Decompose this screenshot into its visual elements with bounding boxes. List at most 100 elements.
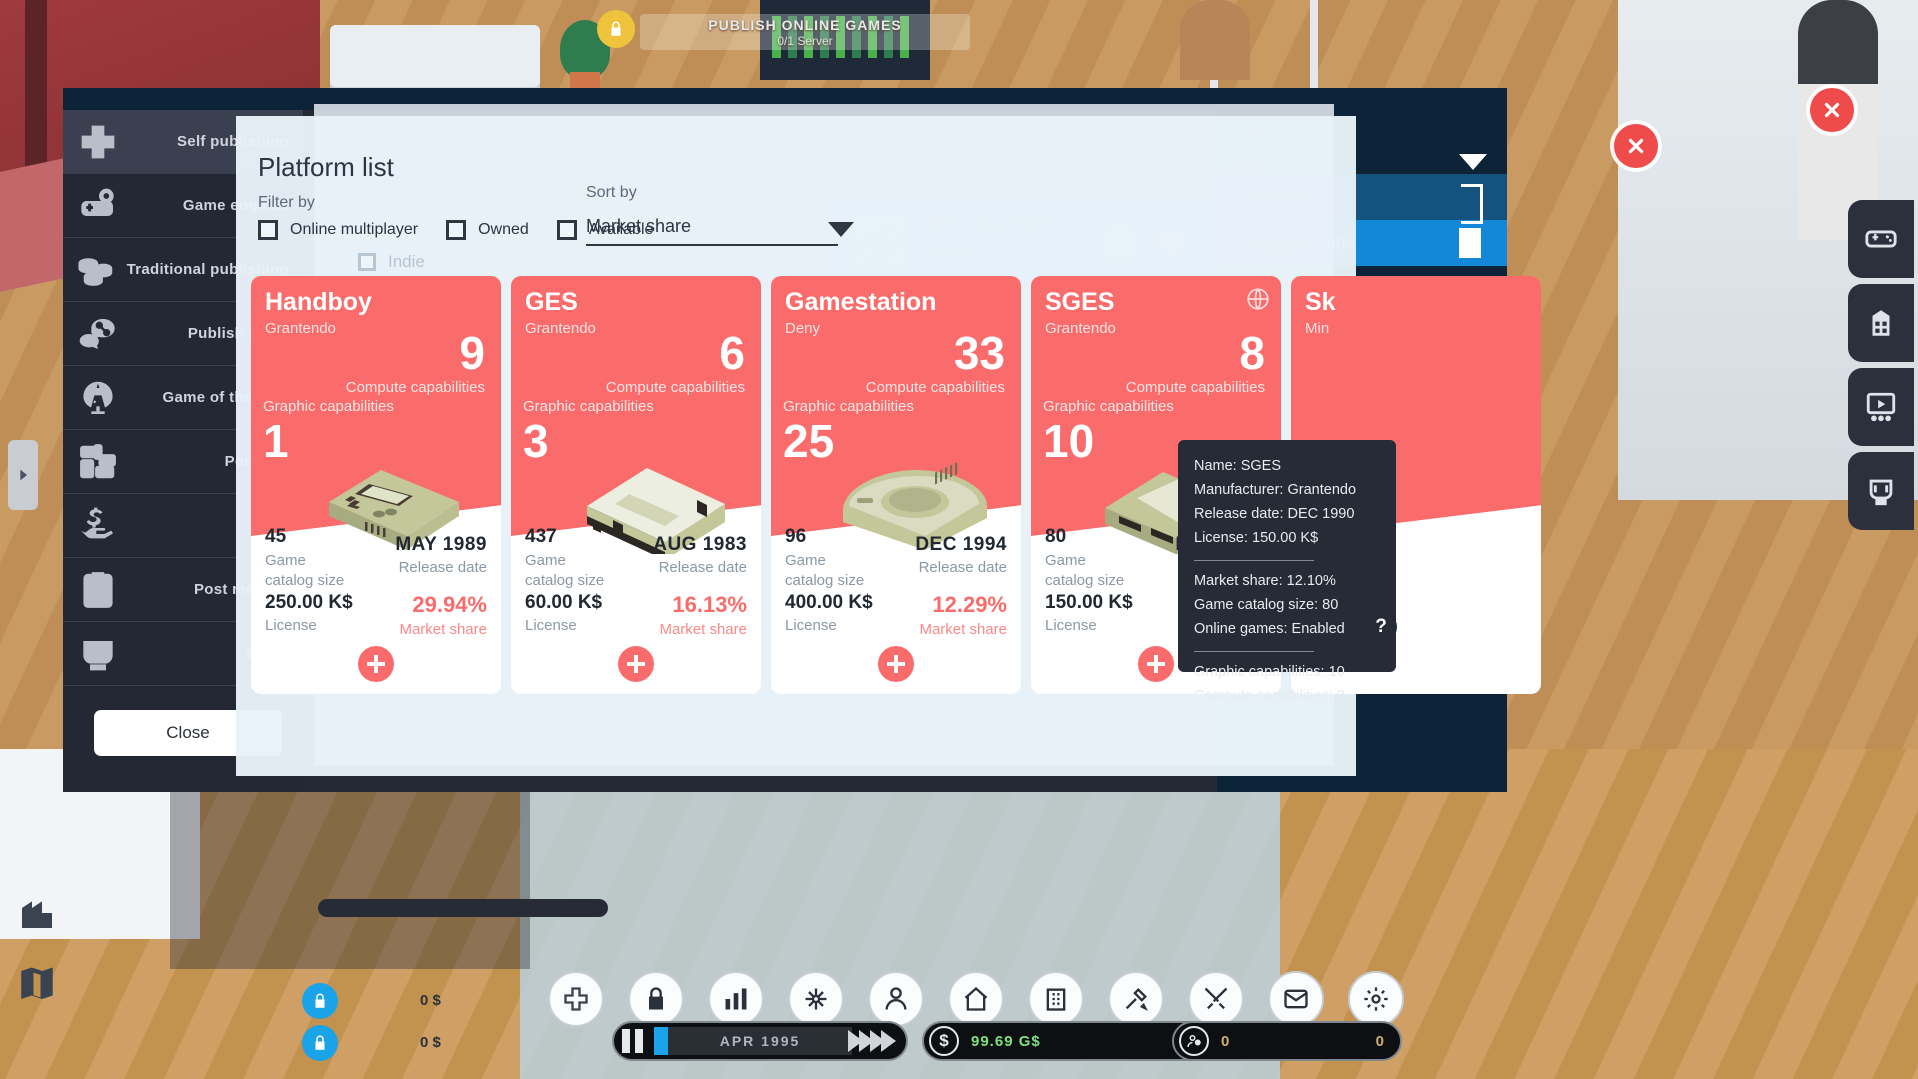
dpad-icon[interactable] xyxy=(548,971,604,1027)
graphic-label: Graphic capabilities xyxy=(1043,398,1174,415)
graphic-value: 3 xyxy=(523,418,549,464)
add-icon[interactable] xyxy=(878,646,914,682)
catalog-size-block: 96 Game catalog size xyxy=(785,526,873,591)
market-value: 16.13% xyxy=(659,592,747,618)
swords-icon[interactable] xyxy=(1188,971,1244,1027)
person-icon xyxy=(1179,1026,1209,1056)
tooltip-license: License: 150.00 K$ xyxy=(1194,526,1380,550)
checkbox-indie[interactable] xyxy=(358,253,376,271)
people-delta: 0 xyxy=(1376,1033,1384,1050)
license-label: License xyxy=(785,617,873,634)
add-icon[interactable] xyxy=(1138,646,1174,682)
release-value: AUG 1983 xyxy=(653,534,747,556)
checkbox-available[interactable] xyxy=(557,220,577,240)
platform-card[interactable]: GES Grantendo 6 Compute capabilities Gra… xyxy=(511,276,761,694)
publish-online-games-banner[interactable]: PUBLISH ONLINE GAMES 0/1 Server xyxy=(640,14,970,50)
market-value: 12.29% xyxy=(919,592,1007,618)
fast-forward-button[interactable] xyxy=(852,1030,896,1052)
platform-name: Gamestation xyxy=(785,288,936,317)
license-label: License xyxy=(265,617,353,634)
compute-label: Compute capabilities xyxy=(346,379,485,396)
platform-card[interactable]: Handboy Grantendo 9 Compute capabilities… xyxy=(251,276,501,694)
platform-manufacturer: Grantendo xyxy=(525,320,596,337)
presentation-icon[interactable] xyxy=(1848,368,1914,446)
license-value: 150.00 K$ xyxy=(1045,592,1133,614)
tooltip-compute: Compute capabilities: 8 xyxy=(1194,684,1380,708)
date-display: APR 1995 xyxy=(654,1027,852,1055)
lock-icon[interactable] xyxy=(628,971,684,1027)
license-label: License xyxy=(1045,617,1133,634)
license-value: 60.00 K$ xyxy=(525,592,602,614)
expand-panel-button[interactable] xyxy=(8,440,38,510)
catalog-size-block: 45 Game catalog size xyxy=(265,526,353,591)
tools-icon[interactable] xyxy=(1108,971,1164,1027)
mail-icon[interactable] xyxy=(1268,971,1324,1027)
lock-icon[interactable] xyxy=(302,1025,338,1061)
license-value: 400.00 K$ xyxy=(785,592,873,614)
settings-icon[interactable] xyxy=(1348,971,1404,1027)
banner-title: PUBLISH ONLINE GAMES xyxy=(640,14,970,34)
sub-filter-label-indie: Indie xyxy=(388,252,425,272)
lock-icon xyxy=(597,10,635,48)
pause-button[interactable] xyxy=(622,1029,648,1053)
person-icon[interactable] xyxy=(868,971,924,1027)
tooltip-divider xyxy=(1194,651,1314,652)
add-icon[interactable] xyxy=(358,646,394,682)
time-control-bar[interactable]: APR 1995 xyxy=(612,1021,908,1061)
compute-value: 9 xyxy=(459,330,485,376)
chevron-down-icon[interactable] xyxy=(828,222,854,237)
sort-by-control[interactable]: Sort by Market share xyxy=(586,184,838,246)
catalog-value: 45 xyxy=(265,526,353,548)
close-icon[interactable] xyxy=(1614,124,1658,168)
dropdown-scroll-thumb[interactable] xyxy=(1459,228,1481,258)
graphic-value: 1 xyxy=(263,418,289,464)
badge-value: 0 $ xyxy=(420,992,441,1009)
dpad-icon xyxy=(63,122,133,162)
gamepad-icon[interactable] xyxy=(1848,200,1914,278)
globe-icon xyxy=(1245,286,1271,312)
filter-label-owned: Owned xyxy=(478,221,529,239)
dropdown-highlight-frame xyxy=(1461,184,1483,224)
city-icon[interactable] xyxy=(6,877,68,949)
hand-money-icon xyxy=(63,506,133,546)
arcade-icon xyxy=(63,634,133,674)
arcade-icon[interactable] xyxy=(1848,452,1914,530)
network-icon[interactable] xyxy=(788,971,844,1027)
chart-icon[interactable] xyxy=(708,971,764,1027)
people-count: 0 xyxy=(1221,1033,1229,1050)
license-block: 60.00 K$ License xyxy=(525,592,602,634)
checkbox-owned[interactable] xyxy=(446,220,466,240)
home-icon[interactable] xyxy=(948,971,1004,1027)
catalog-label: Game catalog size xyxy=(1045,551,1133,591)
right-edge-icons[interactable] xyxy=(1848,200,1914,536)
compute-value: 6 xyxy=(719,330,745,376)
release-date-block: DEC 1994 Release date xyxy=(915,534,1007,576)
graphic-value: 10 xyxy=(1043,418,1094,464)
platform-tooltip: Name: SGES Manufacturer: Grantendo Relea… xyxy=(1178,440,1396,672)
taskbar-icons[interactable] xyxy=(548,971,1404,1027)
coins-icon xyxy=(63,250,127,290)
market-share-block: 29.94% Market share xyxy=(399,592,487,638)
graphic-label: Graphic capabilities xyxy=(523,398,654,415)
release-date-block: AUG 1983 Release date xyxy=(653,534,747,576)
graphic-label: Graphic capabilities xyxy=(263,398,394,415)
add-icon[interactable] xyxy=(618,646,654,682)
building-icon[interactable] xyxy=(1848,284,1914,362)
catalog-value: 437 xyxy=(525,526,613,548)
help-icon[interactable]: ? xyxy=(1365,611,1397,643)
building-icon[interactable] xyxy=(1028,971,1084,1027)
current-date: APR 1995 xyxy=(668,1033,852,1049)
platform-manufacturer: Deny xyxy=(785,320,820,337)
close-icon[interactable] xyxy=(1810,88,1854,132)
tooltip-name: Name: SGES xyxy=(1194,454,1380,478)
release-label: Release date xyxy=(653,559,747,576)
clipboard-chart-icon xyxy=(63,570,133,610)
platform-name: Handboy xyxy=(265,288,372,317)
checkbox-online-multiplayer[interactable] xyxy=(258,220,278,240)
lock-icon[interactable] xyxy=(302,983,338,1019)
chevron-down-icon[interactable] xyxy=(1459,154,1487,170)
gamepad-gear-icon xyxy=(63,186,133,226)
tooltip-online-games: Online games: Enabled xyxy=(1194,617,1380,641)
platform-card[interactable]: Gamestation Deny 33 Compute capabilities… xyxy=(771,276,1021,694)
tooltip-manufacturer: Manufacturer: Grantendo xyxy=(1194,478,1380,502)
